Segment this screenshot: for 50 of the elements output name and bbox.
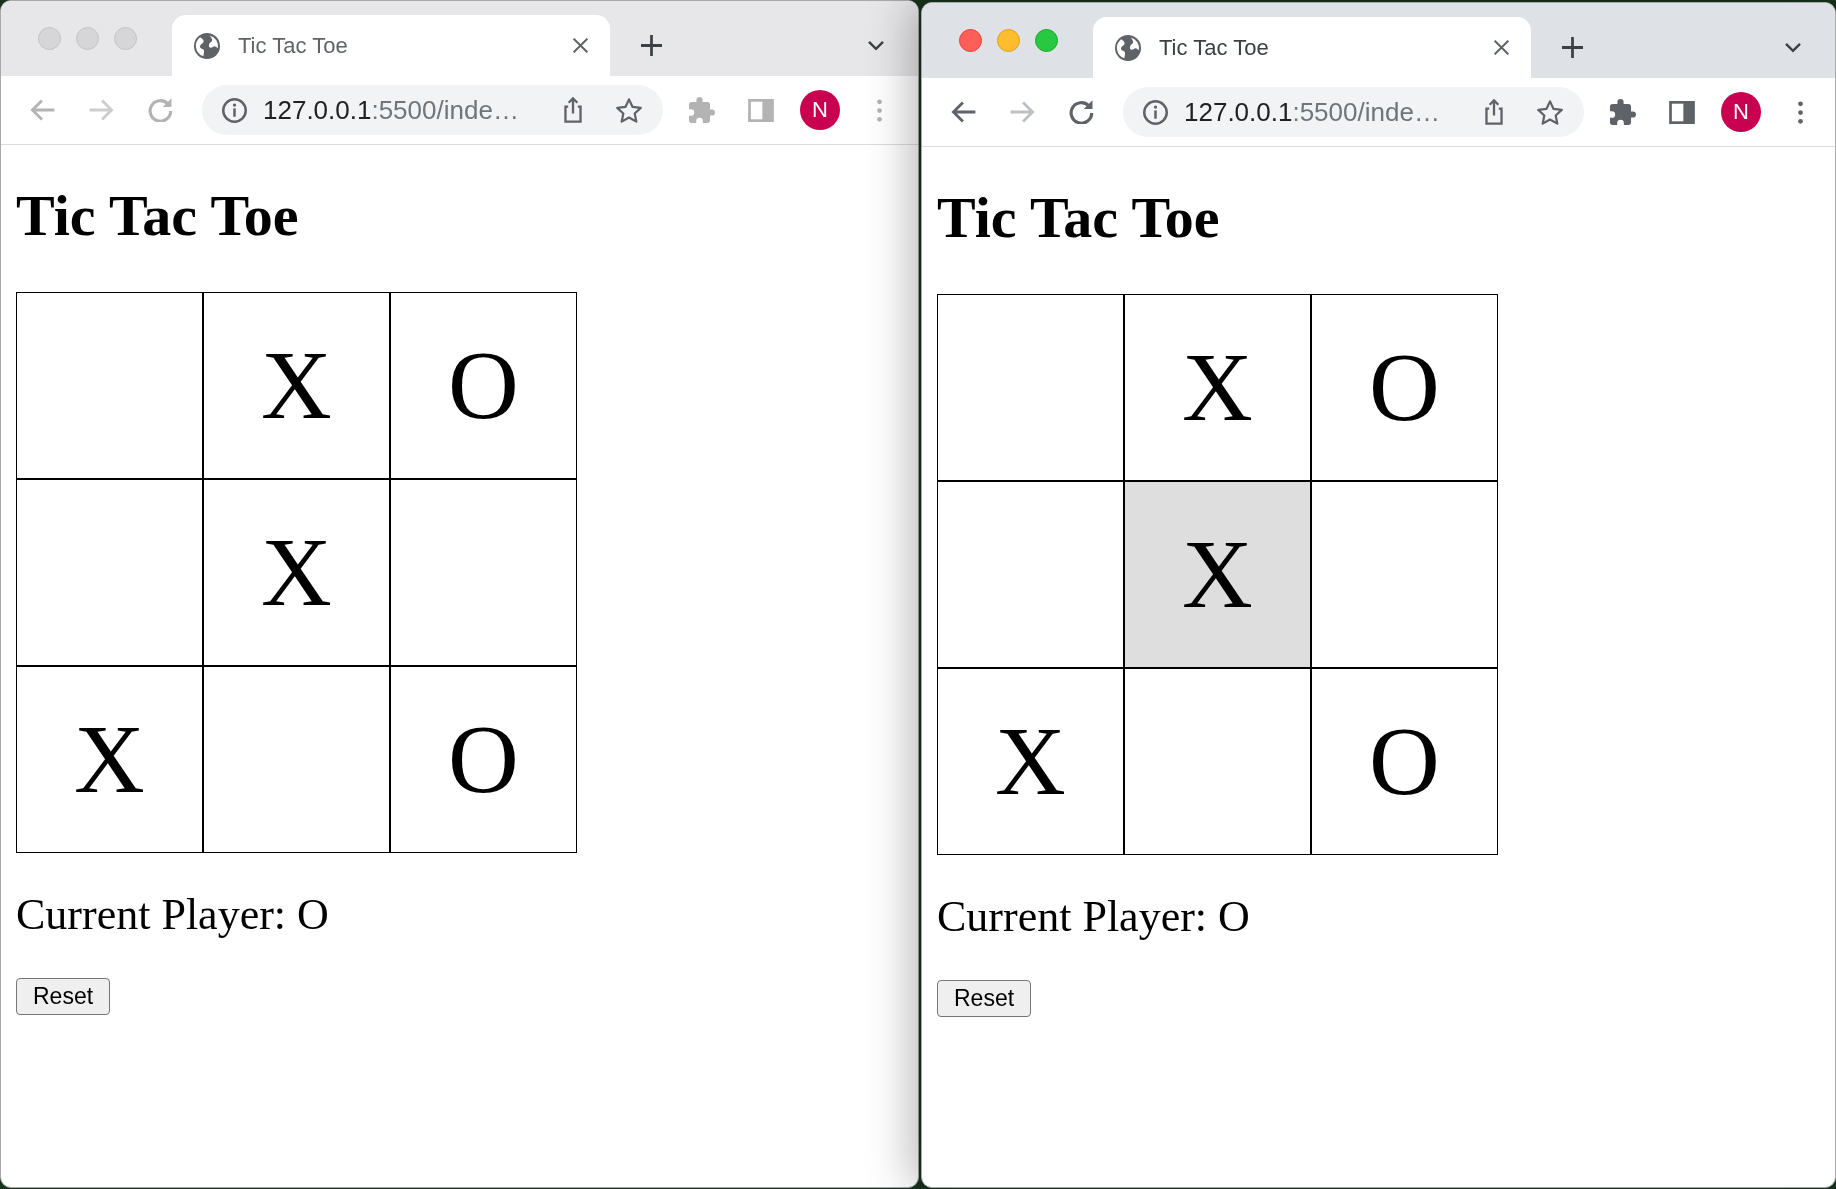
board-cell[interactable]: X (1124, 294, 1311, 481)
board-cell[interactable] (16, 292, 203, 479)
reset-button[interactable]: Reset (937, 980, 1032, 1017)
reload-icon[interactable] (1068, 100, 1094, 124)
share-icon[interactable] (564, 97, 582, 123)
board-cell[interactable]: X (203, 292, 390, 479)
board-cell[interactable]: X (1124, 481, 1311, 668)
star-icon[interactable] (1537, 99, 1563, 125)
info-icon[interactable] (222, 97, 247, 123)
browser-tab[interactable]: Tic Tac Toe (172, 15, 610, 76)
board-cell[interactable] (937, 481, 1124, 668)
page-heading: Tic Tac Toe (16, 184, 299, 248)
chevron-down-icon[interactable] (1785, 42, 1801, 53)
address-bar[interactable]: 127.0.0.1:5500/inde… (1123, 87, 1584, 137)
board-cell[interactable] (203, 666, 390, 853)
board-cell[interactable]: O (1311, 294, 1498, 481)
reset-button[interactable]: Reset (16, 978, 111, 1015)
info-icon[interactable] (1143, 99, 1168, 125)
plus-icon[interactable] (1562, 37, 1583, 58)
board-cell[interactable]: O (390, 666, 577, 853)
puzzle-icon[interactable] (1610, 99, 1636, 125)
plus-icon[interactable] (641, 35, 662, 56)
board-cell[interactable]: X (203, 479, 390, 666)
board-cell[interactable]: X (16, 666, 203, 853)
close-icon[interactable] (1494, 40, 1509, 55)
board-cell[interactable] (16, 479, 203, 666)
address-bar[interactable]: 127.0.0.1:5500/inde… (202, 85, 663, 135)
menu-icon[interactable] (1797, 100, 1803, 124)
status-text: Current Player: O (937, 892, 1250, 941)
close-window-icon[interactable] (959, 29, 982, 52)
board-cell[interactable] (1124, 668, 1311, 855)
globe-icon (194, 32, 220, 59)
page-heading: Tic Tac Toe (937, 186, 1220, 250)
star-icon[interactable] (616, 97, 642, 123)
globe-icon (1115, 34, 1141, 61)
side-panel-icon[interactable] (1669, 100, 1695, 124)
board-cell[interactable]: X (937, 668, 1124, 855)
board-cell[interactable] (937, 294, 1124, 481)
status-text: Current Player: O (16, 890, 329, 939)
browser-tab[interactable]: Tic Tac Toe (1093, 17, 1531, 78)
chevron-down-icon[interactable] (868, 40, 884, 51)
profile-avatar[interactable]: N (800, 90, 840, 130)
board-cell[interactable]: O (1311, 668, 1498, 855)
board-cell[interactable] (1311, 481, 1498, 668)
board-cell[interactable] (390, 479, 577, 666)
close-icon[interactable] (573, 38, 588, 53)
share-icon[interactable] (1485, 99, 1503, 125)
arrow-left-icon[interactable] (950, 101, 976, 123)
profile-avatar[interactable]: N (1721, 92, 1761, 132)
board-cell[interactable]: O (390, 292, 577, 479)
